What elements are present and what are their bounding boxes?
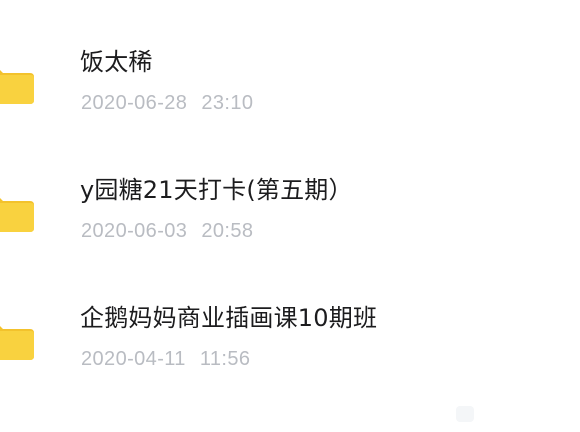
folder-date: 2020-06-28 bbox=[81, 92, 188, 114]
folder-name: y园糖21天打卡(第五期） bbox=[80, 176, 353, 204]
folder-name: 企鹅妈妈商业插画课10期班 bbox=[80, 304, 378, 332]
folder-date: 2020-04-11 bbox=[81, 348, 186, 370]
folder-timestamp: 2020-04-11 11:56 bbox=[81, 347, 250, 371]
faint-watermark bbox=[456, 406, 474, 422]
folder-date: 2020-06-03 bbox=[81, 220, 188, 242]
folder-icon bbox=[0, 324, 34, 360]
folder-time: 23:10 bbox=[201, 92, 254, 114]
folder-time: 11:56 bbox=[199, 348, 251, 370]
folder-item[interactable]: 饭太稀 2020-06-28 23:10 bbox=[0, 38, 580, 166]
folder-icon bbox=[0, 196, 34, 232]
folder-name: 饭太稀 bbox=[80, 48, 153, 76]
folder-list: 饭太稀 2020-06-28 23:10 y园糖21天打卡(第五期） 2020-0… bbox=[0, 0, 580, 432]
folder-item[interactable]: y园糖21天打卡(第五期） 2020-06-03 20:58 bbox=[0, 166, 580, 294]
folder-time: 20:58 bbox=[201, 220, 254, 242]
folder-item[interactable]: 企鹅妈妈商业插画课10期班 2020-04-11 11:56 bbox=[0, 294, 580, 422]
folder-timestamp: 2020-06-28 23:10 bbox=[81, 91, 253, 115]
folder-icon bbox=[0, 68, 34, 104]
folder-timestamp: 2020-06-03 20:58 bbox=[81, 219, 253, 243]
